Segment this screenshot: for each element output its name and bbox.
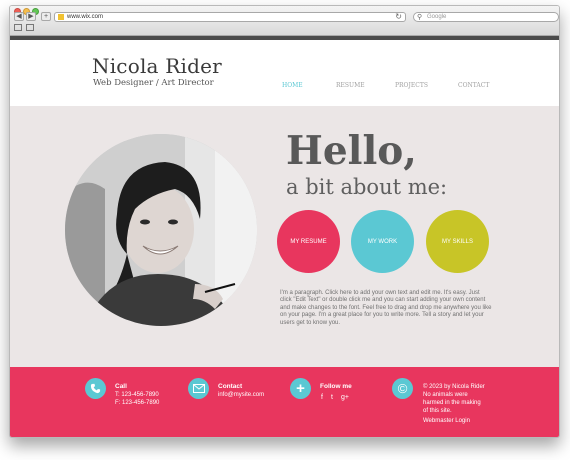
bookmarks-grid-icon[interactable] [26,24,34,31]
call-phone: T: 123-456-7890 [115,392,159,398]
nav-resume[interactable]: RESUME [336,82,365,89]
my-resume-label: MY RESUME [290,238,327,245]
browser-window: ◀ ▶ + www.wix.com ↻ ⚲ Google Nicola Ride… [9,5,560,438]
back-button[interactable]: ◀ [14,12,24,21]
facebook-icon[interactable]: f [321,394,323,401]
portrait-illustration [65,134,257,326]
nav-contact[interactable]: CONTACT [458,82,489,89]
phone-icon [85,378,106,399]
copyright-line-2: No animals were [423,392,468,398]
copyright-line-3: harmed in the making [423,400,481,406]
site-header: Nicola Rider Web Designer / Art Director… [10,40,559,106]
call-fax: F: 123-456-7890 [115,400,160,406]
add-tab-button[interactable]: + [41,12,51,21]
follow-title: Follow me [320,383,352,390]
bookmarks-book-icon[interactable] [14,24,22,31]
search-icon: ⚲ [417,14,423,21]
site-title[interactable]: Nicola Rider [92,54,222,78]
browser-search-field[interactable]: ⚲ Google [413,12,559,22]
address-url: www.wix.com [67,14,104,20]
nav-projects[interactable]: PROJECTS [395,82,428,89]
copyright-icon: © [392,378,413,399]
my-skills-label: MY SKILLS [442,238,473,245]
mail-icon [188,378,209,399]
nav-home[interactable]: HOME [282,82,303,89]
plus-icon: + [290,378,311,399]
site-footer: Call T: 123-456-7890 F: 123-456-7890 Con… [10,367,559,437]
site-tagline: Web Designer / Art Director [93,78,214,88]
call-title: Call [115,383,127,390]
forward-button[interactable]: ▶ [26,12,36,21]
contact-title: Contact [218,383,243,390]
twitter-icon[interactable]: t [331,394,333,401]
my-skills-button[interactable]: MY SKILLS [426,210,489,273]
hero-subheading: a bit about me: [286,175,448,199]
google-plus-icon[interactable]: g+ [341,394,349,401]
copyright-line-1: © 2023 by Nicola Rider [423,384,485,390]
address-bar[interactable]: www.wix.com ↻ [54,12,406,22]
profile-photo [65,134,257,326]
copyright-line-4: of this site. [423,408,452,414]
webmaster-login-link[interactable]: Webmaster Login [423,417,470,425]
contact-email[interactable]: info@mysite.com [218,391,264,399]
about-paragraph: I'm a paragraph. Click here to add your … [280,290,492,326]
my-resume-button[interactable]: MY RESUME [277,210,340,273]
favicon-icon [58,14,64,20]
hero-heading: Hello, [286,128,417,174]
browser-toolbar: ◀ ▶ + www.wix.com ↻ ⚲ Google [10,6,559,36]
my-work-button[interactable]: MY WORK [351,210,414,273]
hero-section: Hello, a bit about me: MY RESUME MY WORK… [10,106,559,367]
search-placeholder: Google [427,14,447,20]
reload-icon[interactable]: ↻ [395,12,402,21]
my-work-label: MY WORK [367,238,398,245]
